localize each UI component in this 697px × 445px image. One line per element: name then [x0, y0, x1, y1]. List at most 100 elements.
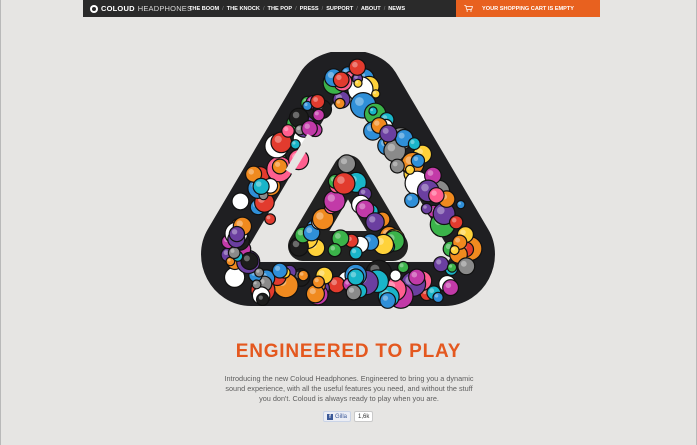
headphone-disc [379, 124, 398, 143]
facebook-icon: f [327, 413, 333, 420]
headphone-disc [368, 106, 378, 116]
disc-highlight [409, 175, 418, 184]
disc-highlight [374, 120, 380, 126]
disc-highlight [335, 233, 341, 239]
headphone-disc [349, 246, 363, 260]
disc-highlight [292, 111, 300, 119]
disc-highlight [243, 255, 250, 262]
headphone-disc [227, 246, 241, 260]
disc-highlight [423, 205, 427, 209]
page-border-left [0, 0, 1, 445]
shopping-cart-button[interactable]: YOUR SHOPPING CART IS EMPTY [456, 0, 600, 17]
disc-highlight [253, 281, 257, 285]
disc-highlight [318, 270, 325, 276]
disc-highlight [223, 250, 229, 256]
headphone-disc [365, 212, 385, 232]
headphone-disc [410, 153, 426, 168]
nav-item-press[interactable]: PRESS [300, 6, 319, 12]
nav-item-the-knock[interactable]: THE KNOCK [227, 6, 260, 12]
disc-highlight [314, 278, 319, 283]
disc-highlight [348, 287, 355, 293]
disc-highlight [355, 97, 364, 106]
cart-status-label: YOUR SHOPPING CART IS EMPTY [482, 5, 574, 12]
disc-highlight [256, 269, 260, 273]
disc-highlight [275, 265, 281, 271]
headphone-discs [220, 58, 483, 309]
nav-item-support[interactable]: SUPPORT [326, 6, 353, 12]
disc-highlight [236, 220, 243, 227]
hero-triangle-artwork [201, 52, 495, 309]
headphone-disc [301, 120, 318, 137]
disc-highlight [437, 206, 445, 215]
disc-highlight [336, 74, 342, 81]
like-count: 1,6k [354, 411, 374, 422]
disc-highlight [436, 259, 442, 265]
shopping-cart-icon [464, 5, 473, 12]
headphone-disc [420, 202, 433, 215]
headphone-disc [457, 257, 476, 276]
top-bar: COLOUD HEADPHONES THE BOOM / THE KNOCK / … [83, 0, 600, 17]
headphone-disc [334, 97, 346, 110]
headphone-disc [252, 177, 270, 195]
headphone-disc [407, 137, 421, 151]
disc-highlight [336, 100, 341, 104]
nav-item-the-boom[interactable]: THE BOOM [189, 6, 219, 12]
disc-highlight [429, 288, 435, 294]
disc-highlight [434, 294, 439, 298]
headphone-disc [231, 192, 250, 211]
disc-highlight [231, 229, 238, 235]
disc-highlight [227, 258, 231, 262]
disc-highlight [399, 263, 404, 268]
disc-highlight [350, 271, 357, 278]
disc-highlight [230, 248, 235, 253]
disc-highlight [373, 91, 377, 95]
disc-highlight [331, 279, 337, 286]
nav-separator: / [383, 5, 386, 12]
headphone-disc [251, 279, 262, 290]
nav-separator: / [356, 5, 358, 12]
disc-highlight [398, 132, 405, 139]
disc-highlight [304, 102, 308, 107]
disc-highlight [248, 169, 254, 175]
facebook-like-button[interactable]: f Gilla [323, 411, 352, 422]
like-button-label: Gilla [335, 413, 348, 420]
headphone-disc [228, 225, 246, 243]
disc-highlight [359, 203, 366, 210]
headphone-disc [456, 199, 466, 210]
nav-separator: / [222, 5, 224, 12]
disc-highlight [370, 108, 374, 112]
disc-highlight [458, 202, 461, 205]
headphone-disc [309, 93, 326, 110]
headphone-disc [404, 192, 420, 208]
headphone-disc [396, 260, 410, 274]
disc-highlight [284, 126, 289, 132]
nav-item-about[interactable]: ABOUT [361, 6, 381, 12]
nav-item-news[interactable]: NEWS [388, 6, 405, 12]
disc-highlight [382, 295, 389, 301]
headphone-disc [371, 89, 381, 99]
disc-highlight [274, 135, 282, 143]
disc-highlight [296, 126, 301, 131]
disc-highlight [314, 111, 319, 116]
headphone-disc [446, 262, 458, 273]
disc-highlight [460, 260, 467, 267]
disc-highlight [255, 181, 262, 187]
disc-highlight [234, 196, 241, 202]
disc-highlight [309, 288, 316, 295]
headphone-disc [428, 187, 445, 204]
headphone-disc [240, 251, 259, 271]
disc-highlight [306, 227, 313, 234]
disc-highlight [455, 237, 461, 243]
coloud-logo-icon [90, 4, 98, 13]
site-logo[interactable]: COLOUD HEADPHONES [90, 0, 192, 17]
disc-highlight [360, 189, 366, 195]
logo-text-light: HEADPHONES [137, 4, 193, 13]
nav-item-the-pop[interactable]: THE POP [268, 6, 293, 12]
headphone-disc [290, 139, 301, 150]
disc-highlight [266, 215, 271, 220]
headphone-disc [408, 268, 426, 286]
disc-highlight [387, 143, 396, 152]
nav-separator: / [321, 5, 324, 12]
disc-highlight [304, 123, 310, 129]
disc-highlight [258, 295, 263, 300]
